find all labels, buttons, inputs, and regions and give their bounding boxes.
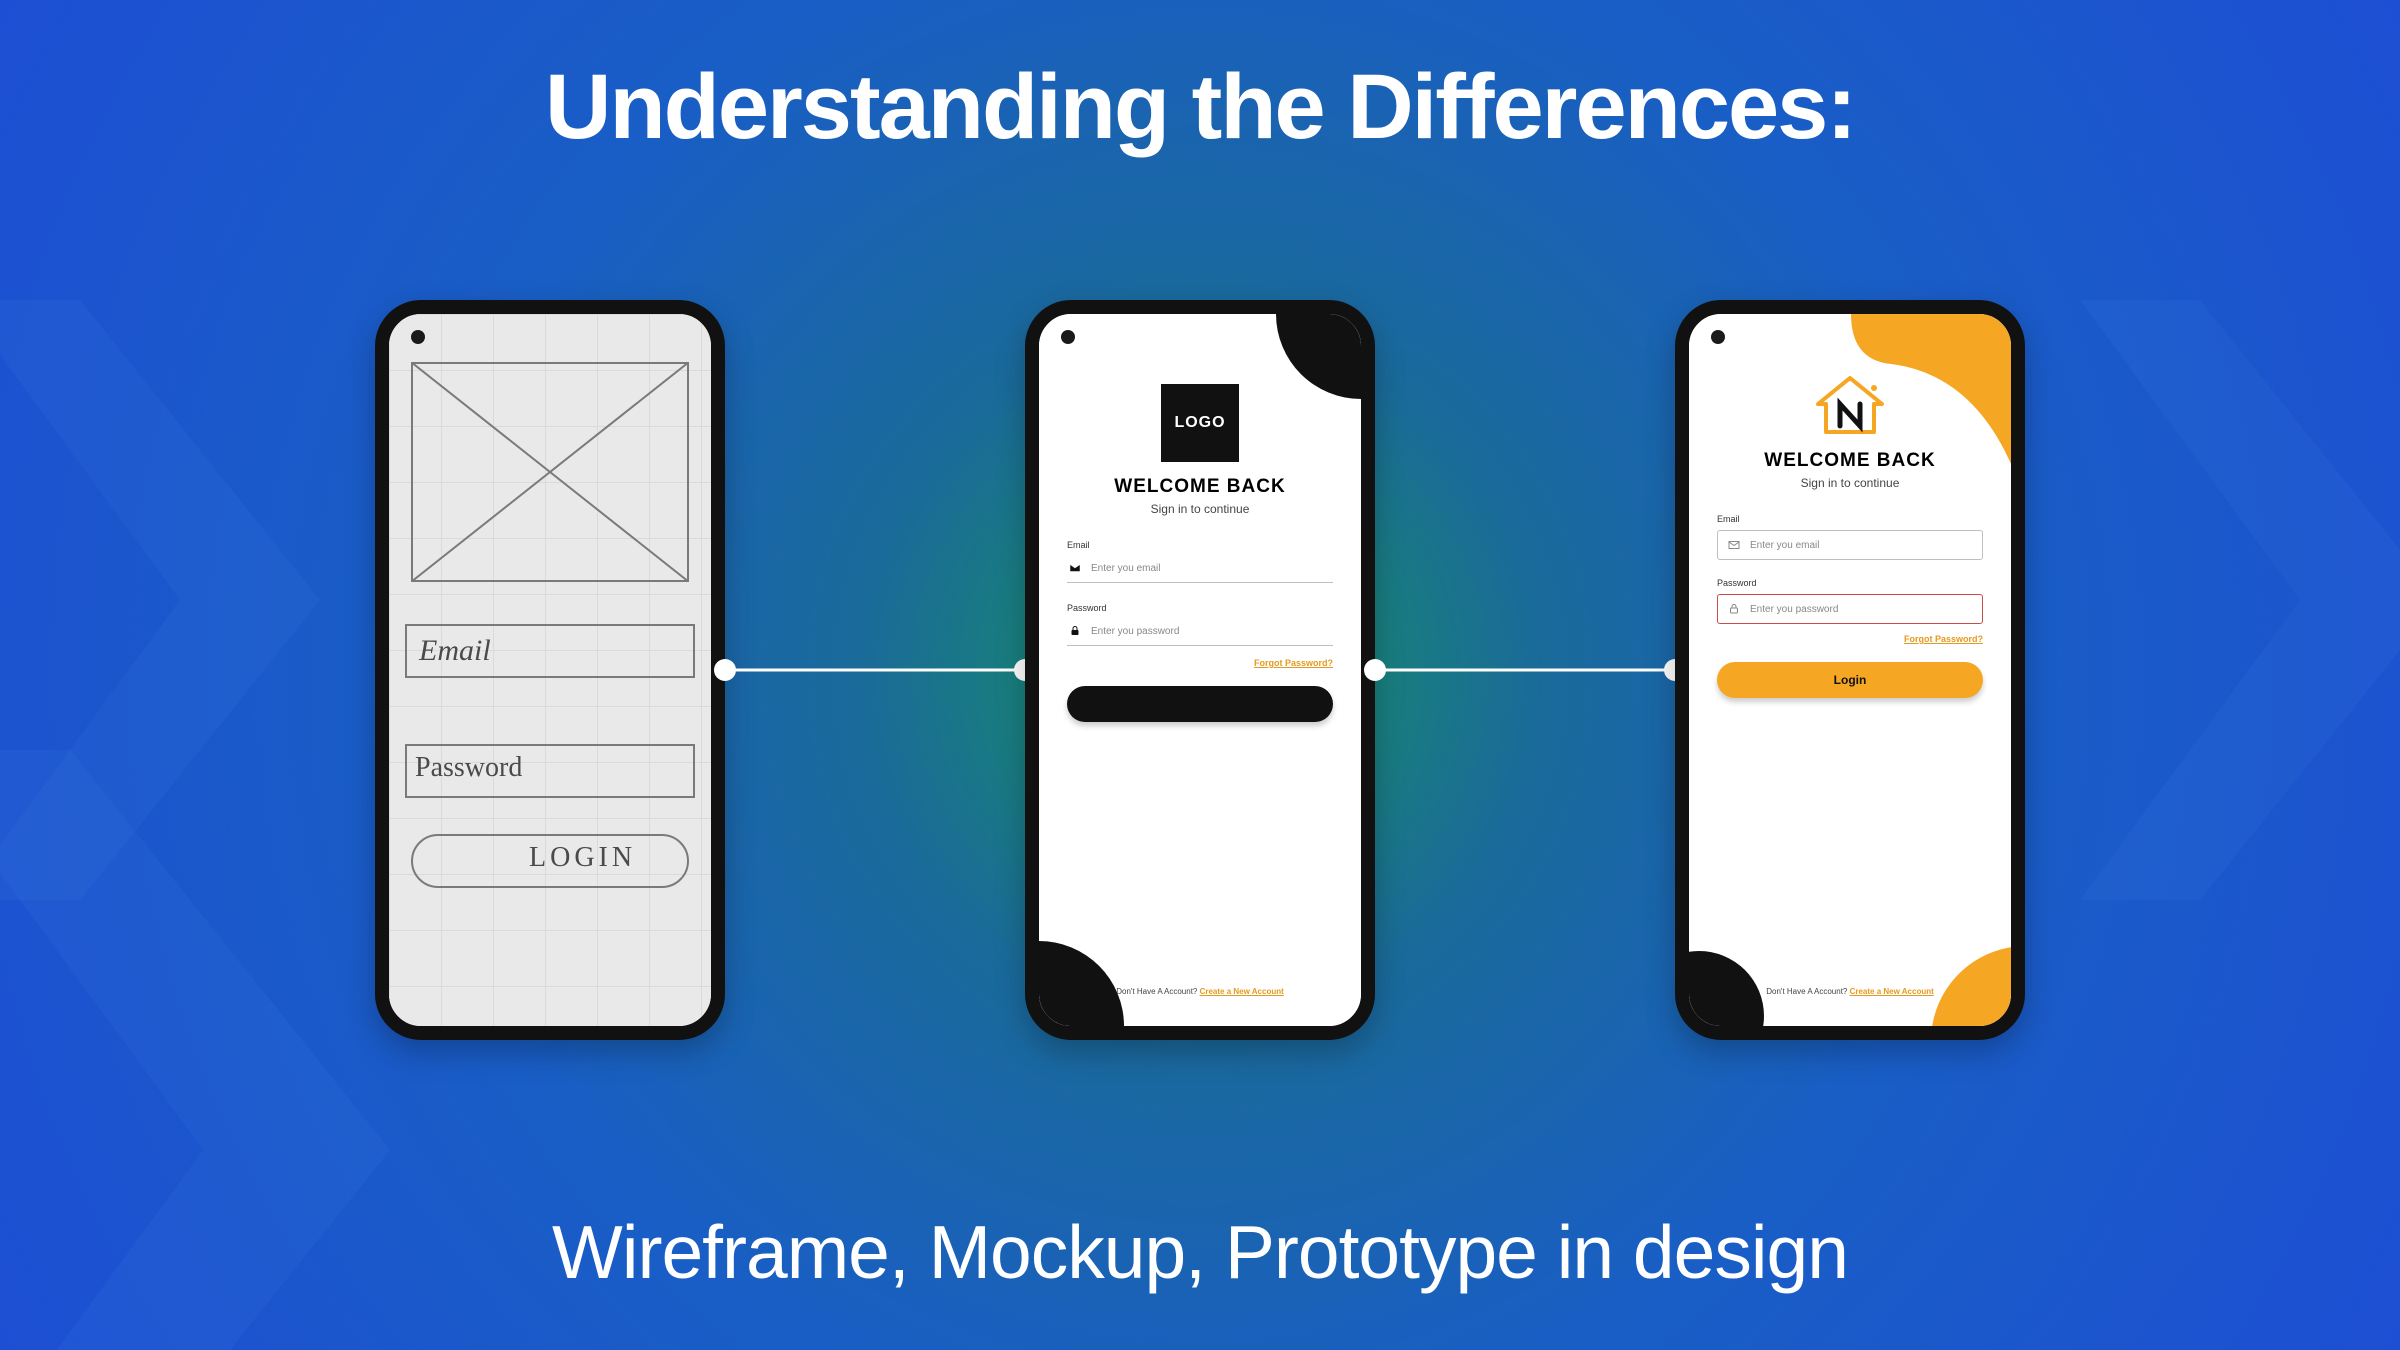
wireframe-password-label: Password <box>415 752 522 784</box>
mockup-password-placeholder: Enter you password <box>1091 626 1179 637</box>
email-icon <box>1069 562 1081 574</box>
connector-2 <box>1375 665 1675 675</box>
camera-dot-icon <box>1711 330 1725 344</box>
mockup-email-label: Email <box>1067 540 1333 550</box>
page-subtitle: Wireframe, Mockup, Prototype in design <box>0 1209 2400 1295</box>
prototype-login-button[interactable]: Login <box>1717 662 1983 698</box>
prototype-forgot-link[interactable]: Forgot Password? <box>1717 634 1983 644</box>
prototype-email-label: Email <box>1717 514 1983 524</box>
wireframe-email-label: Email <box>419 634 491 668</box>
camera-dot-icon <box>411 330 425 344</box>
page-title: Understanding the Differences: <box>0 55 2400 160</box>
wireframe-login-label: LOGIN <box>529 842 636 874</box>
mockup-login-button[interactable] <box>1067 686 1333 722</box>
mockup-welcome: WELCOME BACK <box>1039 476 1361 498</box>
prototype-email-field[interactable]: Enter you email <box>1717 530 1983 560</box>
mockup-account-note: Don't Have A Account? Create a New Accou… <box>1039 987 1361 996</box>
corner-tr-orange-icon <box>1851 314 2011 474</box>
mockup-email-placeholder: Enter you email <box>1091 563 1160 574</box>
phones-row: Email Password LOGIN LOGO WELCOME BACK S… <box>0 295 2400 1045</box>
prototype-sub: Sign in to continue <box>1689 476 2011 490</box>
prototype-password-label: Password <box>1717 578 1983 588</box>
mockup-sub: Sign in to continue <box>1039 502 1361 516</box>
connector-1 <box>725 665 1025 675</box>
mockup-forgot-link[interactable]: Forgot Password? <box>1067 658 1333 668</box>
mockup-password-label: Password <box>1067 603 1333 613</box>
prototype-password-placeholder: Enter you password <box>1750 604 1838 615</box>
prototype-email-placeholder: Enter you email <box>1750 540 1819 551</box>
logo-placeholder: LOGO <box>1161 384 1239 462</box>
prototype-create-link[interactable]: Create a New Account <box>1850 987 1934 996</box>
mockup-password-field[interactable]: Enter you password <box>1067 619 1333 646</box>
phone-mockup: LOGO WELCOME BACK Sign in to continue Em… <box>1025 300 1375 1040</box>
lock-icon <box>1069 625 1081 637</box>
prototype-account-note: Don't Have A Account? Create a New Accou… <box>1689 987 2011 996</box>
email-icon <box>1728 539 1740 551</box>
phone-wireframe: Email Password LOGIN <box>375 300 725 1040</box>
corner-tr-black-icon <box>1276 300 1375 399</box>
mockup-create-link[interactable]: Create a New Account <box>1200 987 1284 996</box>
lock-icon <box>1728 603 1740 615</box>
placeholder-x-icon <box>411 362 689 582</box>
camera-dot-icon <box>1061 330 1075 344</box>
phone-prototype: WELCOME BACK Sign in to continue Email E… <box>1675 300 2025 1040</box>
prototype-password-field[interactable]: Enter you password <box>1717 594 1983 624</box>
mockup-email-field[interactable]: Enter you email <box>1067 556 1333 583</box>
wireframe-sketch: Email Password LOGIN <box>389 314 711 1026</box>
